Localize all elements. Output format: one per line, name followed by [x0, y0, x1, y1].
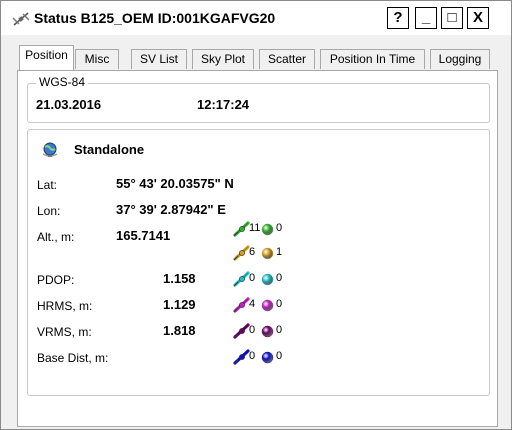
satellite-count: 0: [249, 324, 256, 336]
close-button[interactable]: X: [467, 7, 489, 29]
window-title: Status B125_OEM ID:001KGAFVG20: [34, 10, 276, 26]
maximize-button[interactable]: □: [441, 7, 463, 29]
alt-label: Alt., m:: [37, 230, 75, 244]
satellite-count: 0: [249, 350, 256, 362]
tab-sv-list[interactable]: SV List: [131, 49, 187, 69]
base-dist-label: Base Dist, m:: [37, 351, 109, 365]
hrms-value: 1.129: [163, 297, 196, 312]
satellite-row: 11 0: [233, 221, 293, 237]
position-panel: WGS-84 21.03.2016 12:17:24 Standalone La…: [17, 70, 498, 427]
satellite-extra-count: 0: [276, 272, 283, 284]
tab-misc[interactable]: Misc: [75, 49, 119, 69]
satellite-count: 11: [249, 222, 261, 234]
satellite-count: 4: [249, 298, 256, 310]
title-bar[interactable]: Status B125_OEM ID:001KGAFVG20 ? _ □ X: [1, 1, 511, 35]
datum-group: WGS-84 21.03.2016 12:17:24: [27, 75, 490, 123]
tab-position-in-time[interactable]: Position In Time: [320, 49, 425, 69]
satellite-count: 0: [249, 272, 256, 284]
satellite-row: 40: [233, 297, 293, 313]
hrms-label: HRMS, m:: [37, 299, 93, 313]
datum-label: WGS-84: [36, 75, 89, 89]
lat-value: 55° 43' 20.03575" N: [116, 176, 234, 191]
solution-group: Standalone Lat: 55° 43' 20.03575" N Lon:…: [27, 129, 490, 396]
status-window: Status B125_OEM ID:001KGAFVG20 ? _ □ X P…: [0, 0, 512, 430]
pdop-value: 1.158: [163, 271, 196, 286]
solution-mode: Standalone: [74, 142, 145, 157]
satellite-extra-count: 0: [276, 298, 283, 310]
ball-icon: [261, 273, 274, 286]
satellite-count: 6: [249, 246, 256, 258]
vrms-value: 1.818: [163, 323, 196, 338]
satellite-icon: [12, 12, 30, 26]
alt-value: 165.7141: [116, 228, 171, 243]
globe-icon: [42, 142, 58, 157]
ball-icon: [261, 223, 274, 236]
tab-scatter[interactable]: Scatter: [259, 49, 315, 69]
ball-icon: [261, 351, 274, 364]
lat-label: Lat:: [37, 178, 58, 192]
lon-value: 37° 39' 2.87942" E: [116, 202, 226, 217]
ball-icon: [261, 247, 274, 260]
pdop-label: PDOP:: [37, 273, 75, 287]
vrms-label: VRMS, m:: [37, 325, 92, 339]
satellite-row: 00: [233, 349, 293, 365]
satellite-extra-count: 0: [276, 324, 283, 336]
help-button[interactable]: ?: [387, 7, 409, 29]
satellite-extra-count: 1: [276, 246, 283, 258]
satellite-extra-count: 0: [276, 222, 283, 234]
minimize-button[interactable]: _: [415, 7, 437, 29]
ball-icon: [261, 325, 274, 338]
satellite-row: 61: [233, 245, 293, 261]
satellite-extra-count: 0: [276, 350, 283, 362]
time-value: 12:17:24: [197, 97, 250, 112]
satellite-row: 00: [233, 323, 293, 339]
satellite-row: 00: [233, 271, 293, 287]
tab-position[interactable]: Position: [19, 45, 74, 70]
lon-label: Lon:: [37, 204, 61, 218]
ball-icon: [261, 299, 274, 312]
date-value: 21.03.2016: [36, 97, 102, 112]
tab-sky-plot[interactable]: Sky Plot: [192, 49, 254, 69]
tab-logging[interactable]: Logging: [430, 49, 490, 69]
